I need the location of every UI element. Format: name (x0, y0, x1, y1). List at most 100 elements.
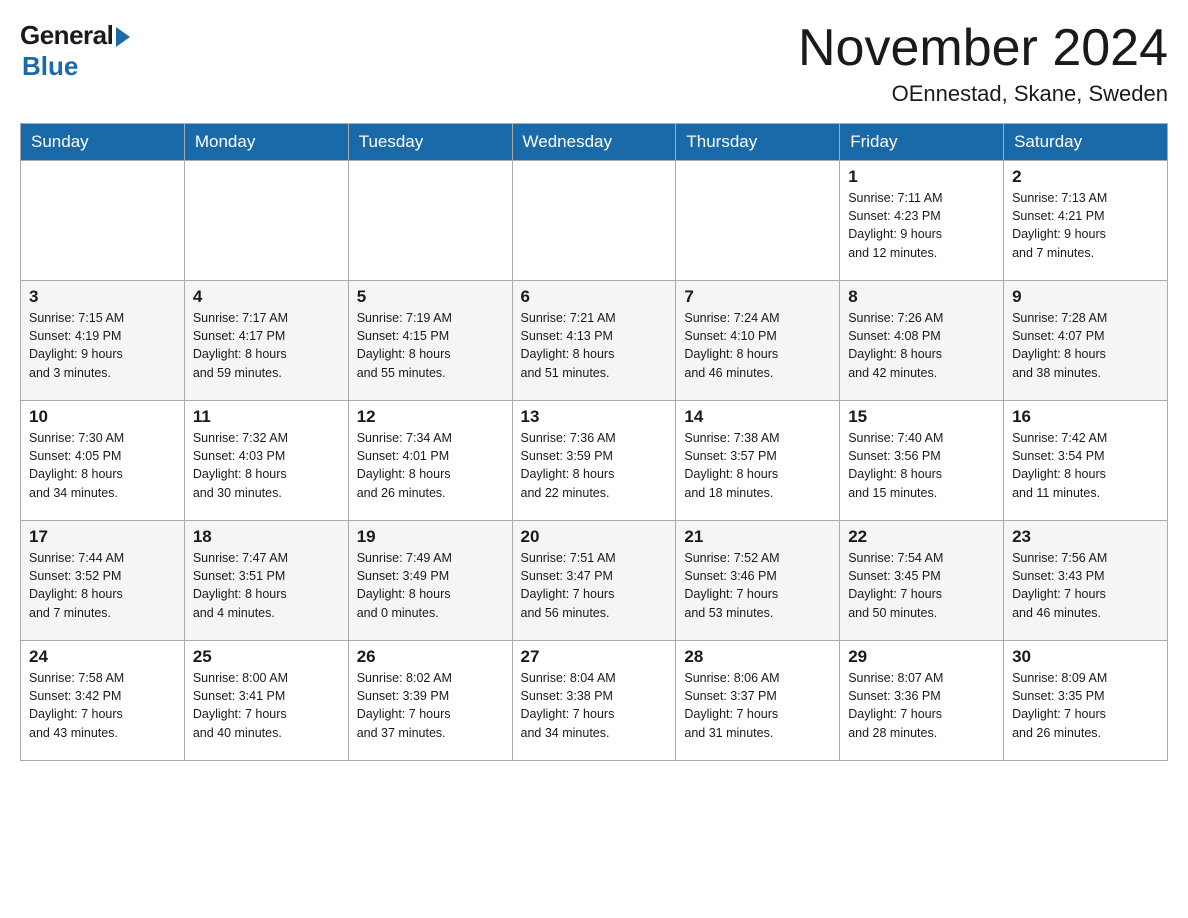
calendar-table: SundayMondayTuesdayWednesdayThursdayFrid… (20, 123, 1168, 761)
calendar-week-1: 1Sunrise: 7:11 AM Sunset: 4:23 PM Daylig… (21, 161, 1168, 281)
day-info: Sunrise: 7:49 AM Sunset: 3:49 PM Dayligh… (357, 549, 504, 622)
day-info: Sunrise: 7:17 AM Sunset: 4:17 PM Dayligh… (193, 309, 340, 382)
day-info: Sunrise: 7:54 AM Sunset: 3:45 PM Dayligh… (848, 549, 995, 622)
day-info: Sunrise: 7:11 AM Sunset: 4:23 PM Dayligh… (848, 189, 995, 262)
day-info: Sunrise: 7:30 AM Sunset: 4:05 PM Dayligh… (29, 429, 176, 502)
calendar-cell: 25Sunrise: 8:00 AM Sunset: 3:41 PM Dayli… (184, 641, 348, 761)
calendar-cell (348, 161, 512, 281)
calendar-cell: 24Sunrise: 7:58 AM Sunset: 3:42 PM Dayli… (21, 641, 185, 761)
day-number: 3 (29, 287, 176, 307)
calendar-cell: 11Sunrise: 7:32 AM Sunset: 4:03 PM Dayli… (184, 401, 348, 521)
day-number: 27 (521, 647, 668, 667)
day-number: 16 (1012, 407, 1159, 427)
calendar-cell: 30Sunrise: 8:09 AM Sunset: 3:35 PM Dayli… (1004, 641, 1168, 761)
calendar-cell: 13Sunrise: 7:36 AM Sunset: 3:59 PM Dayli… (512, 401, 676, 521)
day-header-tuesday: Tuesday (348, 124, 512, 161)
day-number: 4 (193, 287, 340, 307)
calendar-cell: 1Sunrise: 7:11 AM Sunset: 4:23 PM Daylig… (840, 161, 1004, 281)
day-number: 5 (357, 287, 504, 307)
day-number: 23 (1012, 527, 1159, 547)
day-info: Sunrise: 7:26 AM Sunset: 4:08 PM Dayligh… (848, 309, 995, 382)
day-info: Sunrise: 7:47 AM Sunset: 3:51 PM Dayligh… (193, 549, 340, 622)
day-info: Sunrise: 7:28 AM Sunset: 4:07 PM Dayligh… (1012, 309, 1159, 382)
calendar-cell: 2Sunrise: 7:13 AM Sunset: 4:21 PM Daylig… (1004, 161, 1168, 281)
calendar-cell: 9Sunrise: 7:28 AM Sunset: 4:07 PM Daylig… (1004, 281, 1168, 401)
calendar-cell: 21Sunrise: 7:52 AM Sunset: 3:46 PM Dayli… (676, 521, 840, 641)
calendar-cell (512, 161, 676, 281)
day-info: Sunrise: 7:32 AM Sunset: 4:03 PM Dayligh… (193, 429, 340, 502)
day-info: Sunrise: 7:38 AM Sunset: 3:57 PM Dayligh… (684, 429, 831, 502)
day-info: Sunrise: 7:36 AM Sunset: 3:59 PM Dayligh… (521, 429, 668, 502)
calendar-cell: 12Sunrise: 7:34 AM Sunset: 4:01 PM Dayli… (348, 401, 512, 521)
day-info: Sunrise: 7:58 AM Sunset: 3:42 PM Dayligh… (29, 669, 176, 742)
day-header-friday: Friday (840, 124, 1004, 161)
day-number: 2 (1012, 167, 1159, 187)
calendar-cell: 16Sunrise: 7:42 AM Sunset: 3:54 PM Dayli… (1004, 401, 1168, 521)
calendar-cell (676, 161, 840, 281)
day-number: 8 (848, 287, 995, 307)
logo-general-text: General (20, 20, 113, 51)
calendar-week-2: 3Sunrise: 7:15 AM Sunset: 4:19 PM Daylig… (21, 281, 1168, 401)
day-info: Sunrise: 7:21 AM Sunset: 4:13 PM Dayligh… (521, 309, 668, 382)
day-number: 20 (521, 527, 668, 547)
calendar-cell: 15Sunrise: 7:40 AM Sunset: 3:56 PM Dayli… (840, 401, 1004, 521)
day-number: 17 (29, 527, 176, 547)
day-info: Sunrise: 7:34 AM Sunset: 4:01 PM Dayligh… (357, 429, 504, 502)
day-header-thursday: Thursday (676, 124, 840, 161)
calendar-week-3: 10Sunrise: 7:30 AM Sunset: 4:05 PM Dayli… (21, 401, 1168, 521)
day-number: 21 (684, 527, 831, 547)
calendar-cell (21, 161, 185, 281)
day-number: 30 (1012, 647, 1159, 667)
calendar-cell: 19Sunrise: 7:49 AM Sunset: 3:49 PM Dayli… (348, 521, 512, 641)
calendar-cell (184, 161, 348, 281)
day-header-wednesday: Wednesday (512, 124, 676, 161)
day-number: 7 (684, 287, 831, 307)
location-text: OEnnestad, Skane, Sweden (798, 81, 1168, 107)
calendar-cell: 6Sunrise: 7:21 AM Sunset: 4:13 PM Daylig… (512, 281, 676, 401)
month-title: November 2024 (798, 20, 1168, 77)
day-number: 12 (357, 407, 504, 427)
day-number: 19 (357, 527, 504, 547)
day-info: Sunrise: 7:42 AM Sunset: 3:54 PM Dayligh… (1012, 429, 1159, 502)
logo: General Blue (20, 20, 130, 82)
day-info: Sunrise: 7:24 AM Sunset: 4:10 PM Dayligh… (684, 309, 831, 382)
calendar-header-row: SundayMondayTuesdayWednesdayThursdayFrid… (21, 124, 1168, 161)
calendar-cell: 7Sunrise: 7:24 AM Sunset: 4:10 PM Daylig… (676, 281, 840, 401)
day-info: Sunrise: 7:51 AM Sunset: 3:47 PM Dayligh… (521, 549, 668, 622)
day-header-monday: Monday (184, 124, 348, 161)
calendar-cell: 28Sunrise: 8:06 AM Sunset: 3:37 PM Dayli… (676, 641, 840, 761)
calendar-cell: 18Sunrise: 7:47 AM Sunset: 3:51 PM Dayli… (184, 521, 348, 641)
day-info: Sunrise: 7:15 AM Sunset: 4:19 PM Dayligh… (29, 309, 176, 382)
calendar-cell: 14Sunrise: 7:38 AM Sunset: 3:57 PM Dayli… (676, 401, 840, 521)
calendar-cell: 23Sunrise: 7:56 AM Sunset: 3:43 PM Dayli… (1004, 521, 1168, 641)
logo-blue-text: Blue (22, 51, 78, 82)
calendar-cell: 5Sunrise: 7:19 AM Sunset: 4:15 PM Daylig… (348, 281, 512, 401)
day-number: 14 (684, 407, 831, 427)
day-number: 11 (193, 407, 340, 427)
day-number: 9 (1012, 287, 1159, 307)
calendar-cell: 29Sunrise: 8:07 AM Sunset: 3:36 PM Dayli… (840, 641, 1004, 761)
day-number: 15 (848, 407, 995, 427)
day-number: 26 (357, 647, 504, 667)
calendar-cell: 17Sunrise: 7:44 AM Sunset: 3:52 PM Dayli… (21, 521, 185, 641)
day-number: 25 (193, 647, 340, 667)
day-info: Sunrise: 7:19 AM Sunset: 4:15 PM Dayligh… (357, 309, 504, 382)
day-info: Sunrise: 7:13 AM Sunset: 4:21 PM Dayligh… (1012, 189, 1159, 262)
day-header-saturday: Saturday (1004, 124, 1168, 161)
day-number: 13 (521, 407, 668, 427)
day-info: Sunrise: 7:52 AM Sunset: 3:46 PM Dayligh… (684, 549, 831, 622)
day-number: 22 (848, 527, 995, 547)
calendar-cell: 22Sunrise: 7:54 AM Sunset: 3:45 PM Dayli… (840, 521, 1004, 641)
day-info: Sunrise: 8:09 AM Sunset: 3:35 PM Dayligh… (1012, 669, 1159, 742)
page-header: General Blue November 2024 OEnnestad, Sk… (20, 20, 1168, 107)
day-info: Sunrise: 7:44 AM Sunset: 3:52 PM Dayligh… (29, 549, 176, 622)
calendar-week-5: 24Sunrise: 7:58 AM Sunset: 3:42 PM Dayli… (21, 641, 1168, 761)
day-number: 29 (848, 647, 995, 667)
calendar-cell: 26Sunrise: 8:02 AM Sunset: 3:39 PM Dayli… (348, 641, 512, 761)
day-number: 1 (848, 167, 995, 187)
calendar-week-4: 17Sunrise: 7:44 AM Sunset: 3:52 PM Dayli… (21, 521, 1168, 641)
day-info: Sunrise: 8:00 AM Sunset: 3:41 PM Dayligh… (193, 669, 340, 742)
day-info: Sunrise: 8:06 AM Sunset: 3:37 PM Dayligh… (684, 669, 831, 742)
day-number: 18 (193, 527, 340, 547)
calendar-cell: 20Sunrise: 7:51 AM Sunset: 3:47 PM Dayli… (512, 521, 676, 641)
